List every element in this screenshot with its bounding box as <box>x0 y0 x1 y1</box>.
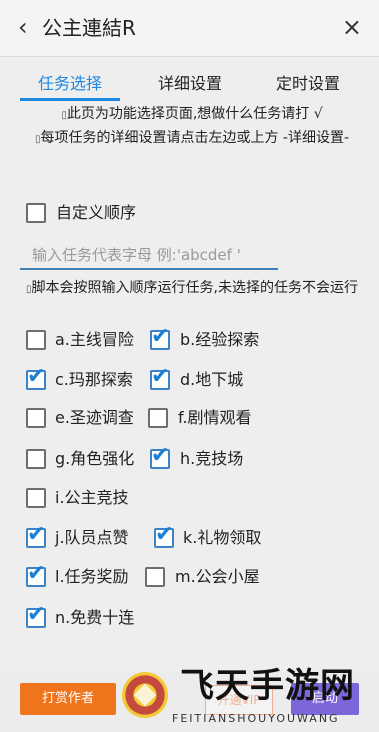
task-checkbox[interactable]: ✔ <box>26 365 46 390</box>
task-label[interactable]: d.地下城 <box>180 369 243 391</box>
checkmark-icon: ✔ <box>27 602 46 627</box>
checkmark-icon: ✔ <box>27 561 46 586</box>
task-checkbox[interactable] <box>145 567 165 587</box>
info-note-1: ▯此页为功能选择页面,想做什么任务请打 √ <box>16 104 368 126</box>
tab-bar: 任务选择 详细设置 定时设置 <box>0 70 379 101</box>
task-label[interactable]: f.剧情观看 <box>178 407 252 429</box>
task-label[interactable]: a.主线冒险 <box>55 329 134 351</box>
donate-button[interactable]: 打赏作者 <box>20 683 116 715</box>
info-note-3: ▯脚本会按照输入顺序运行任务,未选择的任务不会运行 <box>16 278 368 300</box>
info-note-2: ▯每项任务的详细设置请点击左边或上方 -详细设置- <box>16 128 368 150</box>
note-text: 此页为功能选择页面,想做什么任务请打 √ <box>66 106 323 122</box>
checkmark-icon: ✔ <box>27 522 46 547</box>
app-title: 公主連結R <box>42 16 136 40</box>
task-checkbox[interactable] <box>148 408 168 428</box>
tab-task-select[interactable]: 任务选择 <box>20 70 120 100</box>
watermark-text: 飞天手游网 <box>180 666 355 706</box>
task-checkbox[interactable] <box>26 330 46 350</box>
close-icon[interactable]: × <box>342 13 362 41</box>
task-checkbox[interactable]: ✔ <box>150 325 170 350</box>
task-checkbox[interactable]: ✔ <box>26 523 46 548</box>
task-label[interactable]: g.角色强化 <box>55 448 134 470</box>
watermark-logo <box>122 672 168 718</box>
task-checkbox[interactable]: ✔ <box>154 523 174 548</box>
task-checkbox[interactable] <box>26 488 46 508</box>
task-label[interactable]: l.任务奖励 <box>55 566 129 588</box>
task-checkbox[interactable]: ✔ <box>26 562 46 587</box>
checkmark-icon: ✔ <box>151 364 170 389</box>
task-checkbox[interactable]: ✔ <box>150 365 170 390</box>
custom-order-checkbox[interactable] <box>26 203 46 223</box>
task-label[interactable]: j.队员点赞 <box>55 527 129 549</box>
task-label[interactable]: h.竞技场 <box>180 448 243 470</box>
watermark-subtext: FEITIANSHOUYOUWANG <box>172 712 340 725</box>
task-label[interactable]: b.经验探索 <box>180 329 259 351</box>
checkmark-icon: ✔ <box>27 364 46 389</box>
tab-timer-settings[interactable]: 定时设置 <box>258 70 358 100</box>
task-label[interactable]: e.圣迹调查 <box>55 407 134 429</box>
title-bar: ‹ 公主連結R × <box>0 0 379 57</box>
checkmark-icon: ✔ <box>151 443 170 468</box>
checkmark-icon: ✔ <box>155 522 174 547</box>
task-label[interactable]: i.公主竞技 <box>55 487 129 509</box>
task-label[interactable]: m.公会小屋 <box>175 566 260 588</box>
note-text: 脚本会按照输入顺序运行任务,未选择的任务不会运行 <box>31 280 358 296</box>
task-checkbox[interactable]: ✔ <box>26 603 46 628</box>
custom-order-label[interactable]: 自定义顺序 <box>56 202 136 224</box>
task-order-input[interactable] <box>20 242 278 270</box>
task-checkbox[interactable] <box>26 408 46 428</box>
checkmark-icon: ✔ <box>151 324 170 349</box>
task-label[interactable]: n.免费十连 <box>55 607 134 629</box>
task-label[interactable]: k.礼物领取 <box>183 527 261 549</box>
tab-detail-settings[interactable]: 详细设置 <box>140 70 240 100</box>
active-tab-indicator <box>20 98 120 101</box>
task-checkbox[interactable]: ✔ <box>150 444 170 469</box>
back-arrow-icon[interactable]: ‹ <box>18 13 28 41</box>
task-checkbox[interactable] <box>26 449 46 469</box>
note-text: 每项任务的详细设置请点击左边或上方 -详细设置- <box>40 130 350 146</box>
task-label[interactable]: c.玛那探索 <box>55 369 133 391</box>
